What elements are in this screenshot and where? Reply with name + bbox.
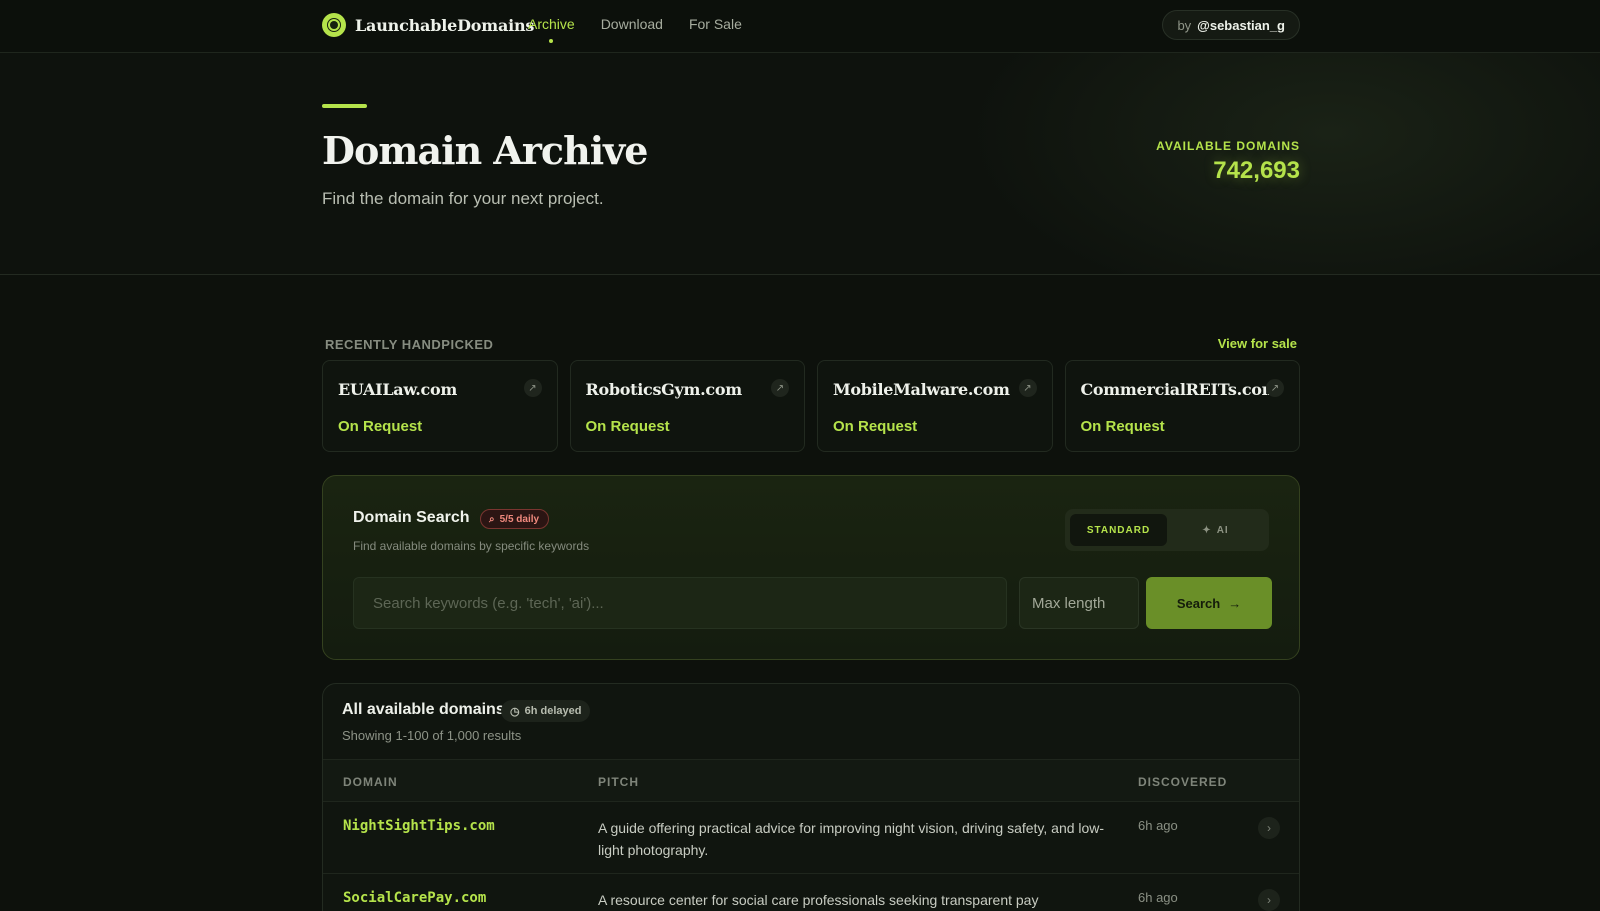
- keyword-search-input[interactable]: Search keywords (e.g. 'tech', 'ai')...: [353, 577, 1007, 629]
- mode-standard-label: STANDARD: [1086, 524, 1151, 536]
- clock-icon: ◷: [510, 705, 520, 718]
- author-prefix: by: [1177, 17, 1192, 33]
- chevron-right-icon[interactable]: ›: [1258, 817, 1280, 839]
- row-domain[interactable]: SocialCarePay.com: [343, 890, 486, 906]
- row-pitch: A guide offering practical advice for im…: [598, 820, 1105, 858]
- card-price: On Request: [833, 418, 918, 435]
- column-header-discovered[interactable]: DISCOVERED: [1138, 775, 1227, 789]
- card-domain-name: EUAILaw.com: [338, 380, 457, 399]
- column-header-pitch[interactable]: PITCH: [598, 775, 639, 789]
- card-price: On Request: [338, 418, 423, 435]
- available-domains-label: AVAILABLE DOMAINS: [1156, 139, 1300, 153]
- table-title: All available domains: [342, 701, 505, 718]
- external-arrow-icon[interactable]: ↗: [771, 379, 789, 397]
- handpicked-card[interactable]: CommercialREITs.com On Request ↗: [1064, 360, 1300, 452]
- search-quota-text: 5/5 daily: [499, 513, 540, 525]
- search-button-label: Search: [1176, 595, 1221, 611]
- table-row[interactable]: NightSightTips.com A guide offering prac…: [323, 802, 1299, 874]
- external-arrow-icon[interactable]: ↗: [523, 379, 542, 397]
- view-for-sale-link[interactable]: View for sale: [1218, 336, 1297, 351]
- search-icon: ⌕: [489, 513, 495, 525]
- external-arrow-icon[interactable]: ↗: [1266, 379, 1284, 397]
- available-domains-count: 742,693: [1213, 157, 1300, 184]
- handpicked-cards: EUAILaw.com On Request ↗ RoboticsGym.com…: [322, 360, 1300, 452]
- page-subtitle: Find the domain for your next project.: [322, 189, 604, 208]
- search-description: Find available domains by specific keywo…: [353, 539, 590, 553]
- hero-accent-bar: [322, 104, 367, 108]
- domain-search-panel: Domain Search ⌕ 5/5 daily Find available…: [322, 475, 1300, 660]
- nav-link-for-sale[interactable]: For Sale: [689, 16, 742, 32]
- delay-badge-text: 6h delayed: [524, 705, 582, 717]
- available-domains-table: All available domains ◷ 6h delayed Showi…: [322, 683, 1300, 911]
- handpicked-card[interactable]: MobileMalware.com On Request ↗: [817, 360, 1053, 452]
- logo-target-icon: [322, 13, 346, 37]
- column-header-domain[interactable]: DOMAIN: [343, 775, 398, 789]
- mode-ai-label: AI: [1216, 524, 1229, 536]
- row-pitch: A resource center for social care profes…: [598, 892, 1039, 908]
- mode-standard-button[interactable]: STANDARD: [1070, 514, 1167, 546]
- search-button[interactable]: Search →: [1146, 577, 1272, 629]
- brand-logo[interactable]: LaunchableDomains: [322, 13, 534, 37]
- author-pill[interactable]: by @sebastian_g: [1162, 10, 1300, 40]
- sparkle-icon: ✦: [1202, 524, 1212, 536]
- handpicked-label: RECENTLY HANDPICKED: [325, 337, 494, 352]
- nav-link-download[interactable]: Download: [601, 16, 663, 32]
- delay-badge: ◷ 6h delayed: [501, 700, 591, 722]
- card-domain-name: CommercialREITs.com: [1080, 380, 1279, 399]
- handpicked-card[interactable]: EUAILaw.com On Request ↗: [322, 360, 558, 452]
- hero-section: Domain Archive Find the domain for your …: [0, 53, 1600, 275]
- card-domain-name: MobileMalware.com: [833, 380, 1010, 399]
- arrow-right-icon: →: [1228, 595, 1242, 611]
- table-row[interactable]: SocialCarePay.com A resource center for …: [323, 874, 1299, 911]
- table-header: DOMAIN PITCH DISCOVERED: [323, 759, 1299, 802]
- row-discovered: 6h ago: [1138, 818, 1178, 833]
- search-quota-badge: ⌕ 5/5 daily: [480, 509, 550, 529]
- mode-ai-button[interactable]: ✦ AI: [1167, 514, 1264, 546]
- nav-link-archive[interactable]: Archive: [528, 16, 575, 43]
- search-title: Domain Search: [353, 509, 470, 526]
- results-summary: Showing 1-100 of 1,000 results: [342, 728, 522, 743]
- row-discovered: 6h ago: [1138, 890, 1178, 905]
- search-mode-toggle: STANDARD ✦ AI: [1065, 509, 1269, 551]
- nav-links: Archive Download For Sale: [528, 16, 742, 43]
- card-domain-name: RoboticsGym.com: [585, 380, 743, 399]
- brand-name: LaunchableDomains: [355, 15, 535, 35]
- page-title: Domain Archive: [322, 128, 648, 173]
- handpicked-card[interactable]: RoboticsGym.com On Request ↗: [569, 360, 805, 452]
- card-price: On Request: [1080, 418, 1165, 435]
- top-navbar: LaunchableDomains Archive Download For S…: [0, 0, 1600, 53]
- author-handle: @sebastian_g: [1197, 17, 1285, 33]
- chevron-right-icon[interactable]: ›: [1258, 889, 1280, 911]
- navbar-inner: LaunchableDomains Archive Download For S…: [322, 0, 1300, 53]
- row-domain[interactable]: NightSightTips.com: [343, 818, 495, 834]
- max-length-input[interactable]: Max length: [1019, 577, 1139, 629]
- card-price: On Request: [585, 418, 670, 435]
- external-arrow-icon[interactable]: ↗: [1018, 379, 1037, 397]
